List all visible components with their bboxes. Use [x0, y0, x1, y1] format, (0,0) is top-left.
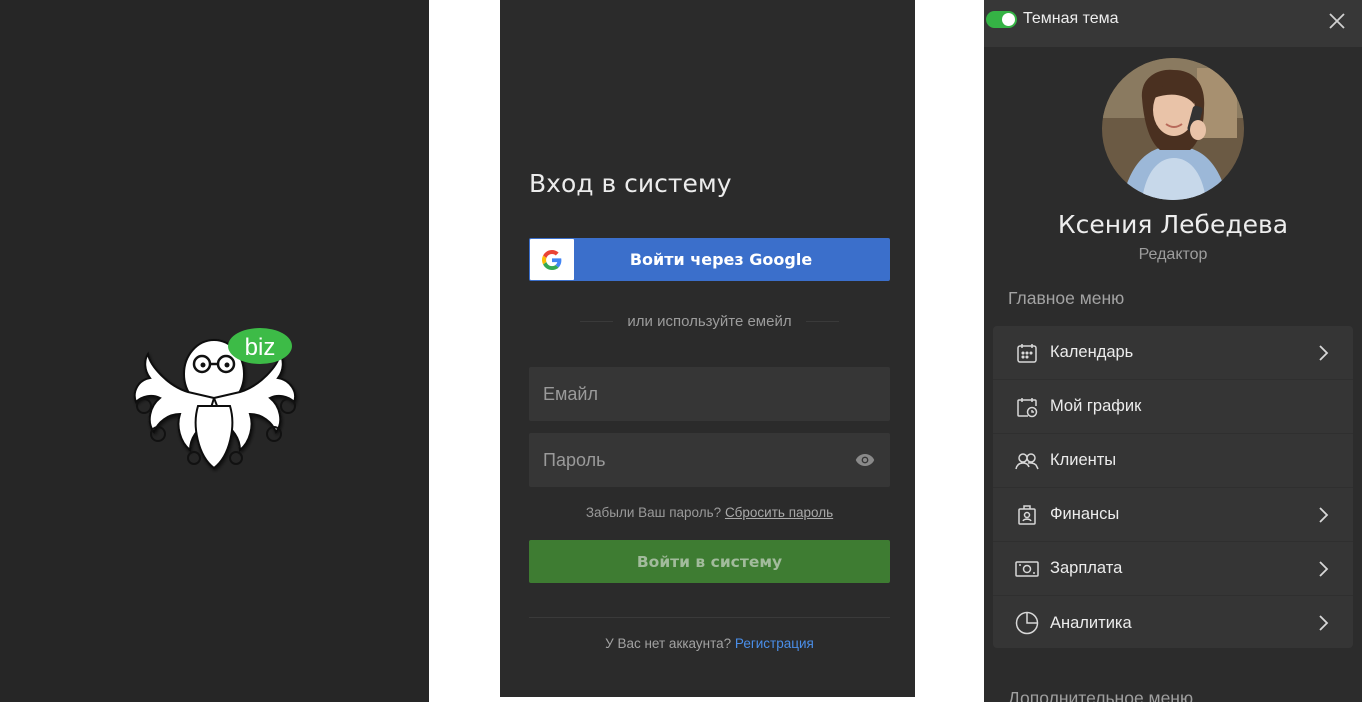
reset-password-link[interactable]: Сбросить пароль: [725, 505, 833, 520]
forgot-password-text: Забыли Ваш пароль?: [585, 505, 722, 520]
login-submit-button[interactable]: Войти в систему: [529, 540, 890, 583]
email-field-container: [529, 367, 890, 421]
google-signin-label: Войти через Google: [629, 250, 813, 269]
menu-item-label: Мой график: [1050, 397, 1142, 415]
show-password-icon[interactable]: [854, 449, 876, 471]
menu-item-clients[interactable]: Клиенты: [993, 434, 1353, 488]
calendar-icon: [1015, 341, 1039, 365]
email-field[interactable]: [543, 383, 876, 405]
analytics-icon: [1015, 611, 1039, 635]
chevron-right-icon: [1319, 345, 1329, 361]
side-menu-screen: Темная тема Ксения Лебедева Редактор Гла…: [984, 0, 1362, 702]
menu-item-finance[interactable]: Финансы: [993, 488, 1353, 542]
extra-menu-title: Дополнительное меню: [1008, 688, 1194, 702]
login-title: Вход в систему: [529, 169, 732, 198]
salary-icon: [1015, 557, 1039, 581]
google-signin-button[interactable]: Войти через Google: [529, 238, 890, 281]
finance-icon: [1015, 503, 1039, 527]
toggle-knob: [1002, 13, 1015, 26]
main-menu-title: Главное меню: [1008, 288, 1125, 308]
user-role: Редактор: [1138, 246, 1208, 263]
register-row: У Вас нет аккаунта? Регистрация: [529, 636, 890, 651]
google-icon: [530, 239, 574, 280]
user-name: Ксения Лебедева: [1057, 210, 1289, 239]
logo-badge-text: biz: [245, 334, 276, 361]
avatar: [1102, 58, 1244, 200]
register-link[interactable]: Регистрация: [735, 636, 814, 651]
login-screen: Вход в систему Войти через Google или ис…: [500, 0, 915, 697]
divider-line: [805, 321, 839, 322]
menu-item-label: Аналитика: [1050, 613, 1132, 632]
dark-theme-label: Темная тема: [1023, 10, 1119, 27]
menu-item-label: Зарплата: [1050, 559, 1123, 577]
menu-item-label: Календарь: [1050, 343, 1134, 361]
clients-icon: [1015, 449, 1039, 473]
schedule-icon: [1015, 395, 1039, 419]
password-field-container: [529, 433, 890, 487]
password-field[interactable]: [543, 449, 854, 471]
menu-item-calendar[interactable]: Календарь: [993, 326, 1353, 380]
chevron-right-icon: [1319, 507, 1329, 523]
or-divider: или используйте емейл: [580, 313, 839, 330]
chevron-right-icon: [1319, 615, 1329, 631]
dark-theme-toggle[interactable]: [986, 11, 1017, 28]
forgot-password-row: Забыли Ваш пароль? Сбросить пароль: [529, 505, 890, 520]
menu-item-analytics[interactable]: Аналитика: [993, 596, 1353, 648]
menu-item-schedule[interactable]: Мой график: [993, 380, 1353, 434]
no-account-text: У Вас нет аккаунта?: [605, 636, 732, 651]
main-menu-list: Календарь Мой график Клиенты Финансы Зар…: [993, 326, 1353, 648]
octopus-logo: biz: [133, 328, 296, 470]
splash-screen: biz: [0, 0, 429, 702]
menu-header-bar: Темная тема: [984, 0, 1362, 47]
divider-line: [580, 321, 614, 322]
bottom-divider: [529, 617, 890, 618]
chevron-right-icon: [1319, 561, 1329, 577]
close-icon[interactable]: [1327, 11, 1347, 31]
menu-item-label: Клиенты: [1050, 451, 1117, 469]
menu-item-salary[interactable]: Зарплата: [993, 542, 1353, 596]
menu-item-label: Финансы: [1050, 505, 1120, 523]
divider-text: или используйте емейл: [627, 313, 792, 330]
